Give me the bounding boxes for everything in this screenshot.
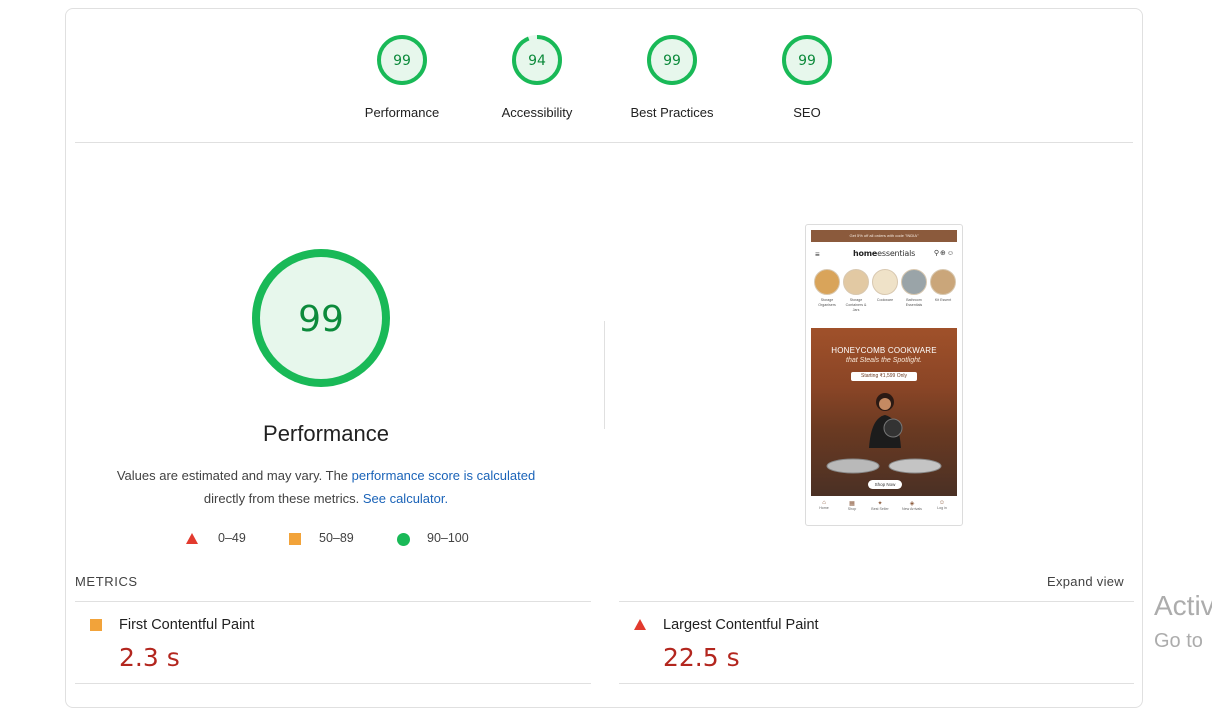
- gauge-score: 99: [663, 53, 681, 69]
- metrics-heading: METRICS: [75, 574, 138, 589]
- performance-gauge-ring: 99: [377, 35, 427, 85]
- desc-prefix: Values are estimated and may vary. The: [116, 468, 352, 483]
- gauge-label: Performance: [364, 105, 440, 120]
- performance-main-gauge: 99: [252, 249, 390, 387]
- legend-range: 0–49: [218, 531, 246, 545]
- gauge-seo[interactable]: 99 SEO: [747, 33, 867, 120]
- person-illustration: [869, 393, 903, 448]
- vertical-divider: [604, 321, 605, 429]
- performance-main-score: 99: [298, 299, 344, 340]
- legend-range: 50–89: [319, 531, 354, 545]
- accessibility-gauge-ring: 94: [512, 35, 562, 85]
- nav-item: ☺ Log in: [937, 500, 947, 510]
- desc-middle: directly from these metrics.: [203, 491, 363, 506]
- category-item: Storage Organisers: [813, 269, 841, 308]
- metric-divider: [75, 683, 591, 684]
- square-icon: [90, 619, 102, 631]
- performance-description: Values are estimated and may vary. The p…: [96, 464, 556, 510]
- hero-banner: HONEYCOMB COOKWARE that Steals the Spotl…: [811, 328, 957, 496]
- report-card: 99 Performance 94 Accessibility 99 Best …: [65, 8, 1143, 708]
- metric-divider: [619, 683, 1134, 684]
- metric-divider: [619, 601, 1134, 602]
- gauge-label: Accessibility: [501, 105, 573, 120]
- metric-divider: [75, 601, 591, 602]
- metric-value: 2.3 s: [119, 643, 180, 672]
- activation-watermark-sub: Go to: [1154, 630, 1203, 652]
- hamburger-icon: ≡: [815, 250, 820, 259]
- nav-item: ▦ Shop: [847, 501, 857, 511]
- see-calculator-link[interactable]: See calculator.: [363, 491, 448, 506]
- shop-now-button: Shop Now: [868, 480, 902, 489]
- banner-price: Starting ₹1,599 Only: [851, 372, 917, 381]
- bottom-nav: ⌂ Home ▦ Shop ✦ Best Seller ◈ New Arrivals ☺…: [811, 498, 957, 520]
- nav-item: ⌂ Home: [819, 500, 829, 510]
- gauge-score: 94: [528, 53, 546, 69]
- category-item: Cookware: [871, 269, 899, 303]
- metric-name: Largest Contentful Paint: [663, 617, 819, 633]
- banner-subtitle: that Steals the Spotlight.: [846, 357, 922, 364]
- triangle-icon: [634, 619, 646, 630]
- category-item: Storage Containers & Jars: [842, 269, 870, 313]
- metric-value: 22.5 s: [663, 643, 740, 672]
- score-gauges: 99 Performance 94 Accessibility 99 Best …: [66, 9, 1142, 143]
- best-practices-gauge-ring: 99: [647, 35, 697, 85]
- gauge-label: Best Practices: [630, 105, 714, 120]
- activation-watermark: Activ: [1154, 590, 1212, 621]
- gauge-performance[interactable]: 99 Performance: [342, 33, 462, 120]
- expand-view-toggle[interactable]: Expand view: [1047, 574, 1124, 589]
- nav-item: ◈ New Arrivals: [902, 501, 922, 511]
- nav-item: ✦ Best Seller: [871, 501, 889, 511]
- square-icon: [289, 533, 301, 545]
- gauge-label: SEO: [793, 105, 821, 120]
- seo-gauge-ring: 99: [782, 35, 832, 85]
- header-icons: ⚲⊕☺: [933, 250, 955, 257]
- page-screenshot-thumbnail[interactable]: Get 5% off all orders with code "INDIA" …: [805, 224, 963, 526]
- category-row: Storage Organisers Storage Containers & …: [811, 269, 957, 329]
- site-logo: homeessentials: [853, 249, 916, 258]
- gauge-score: 99: [393, 53, 411, 69]
- banner-title: HONEYCOMB COOKWARE: [831, 346, 937, 355]
- site-header: ≡ homeessentials ⚲⊕☺: [811, 245, 957, 263]
- cookware-illustration: [826, 458, 942, 474]
- gauge-score: 99: [798, 53, 816, 69]
- circle-icon: [397, 533, 410, 546]
- section-divider: [75, 142, 1133, 143]
- category-item: Kit Essent: [929, 269, 957, 303]
- promo-bar: Get 5% off all orders with code "INDIA": [811, 230, 957, 242]
- performance-score-link[interactable]: performance score is calculated: [352, 468, 536, 483]
- gauge-best-practices[interactable]: 99 Best Practices: [612, 33, 732, 120]
- category-item: Bathroom Essentials: [900, 269, 928, 308]
- metric-name: First Contentful Paint: [119, 617, 255, 633]
- legend-range: 90–100: [427, 531, 469, 545]
- triangle-icon: [186, 533, 198, 544]
- performance-title: Performance: [263, 421, 389, 446]
- gauge-accessibility[interactable]: 94 Accessibility: [477, 33, 597, 120]
